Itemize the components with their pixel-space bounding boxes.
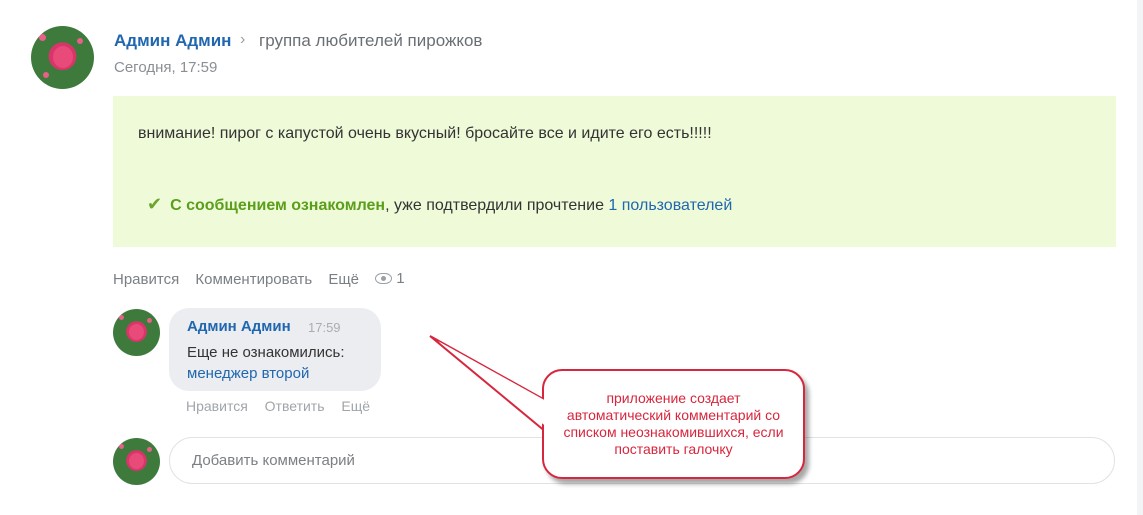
comment-text: Еще не ознакомились: [187, 344, 345, 361]
views-counter[interactable]: 1 [375, 270, 405, 287]
acknowledge-line: ✔ С сообщением ознакомлен, уже подтвердил… [147, 194, 732, 215]
comment-timestamp[interactable]: 17:59 [308, 320, 341, 335]
post-actions-bar: Нравится Комментировать Ещё 1 [113, 270, 417, 288]
views-count: 1 [396, 270, 405, 287]
checkmark-icon: ✔ [147, 194, 163, 214]
acknowledge-button[interactable]: С сообщением ознакомлен [170, 197, 385, 214]
comment-reply-button[interactable]: Ответить [265, 398, 325, 414]
current-user-avatar[interactable] [113, 438, 160, 485]
like-button[interactable]: Нравится [113, 271, 179, 288]
acknowledge-mid-text: , уже подтвердили прочтение [385, 197, 609, 214]
comment-like-button[interactable]: Нравится [186, 398, 248, 414]
comment-actions-bar: Нравится Ответить Ещё [186, 398, 383, 414]
annotation-text: приложение создает автоматический коммен… [563, 390, 784, 457]
acknowledged-users-link[interactable]: 1 пользователей [608, 197, 732, 214]
comment-user-link[interactable]: менеджер второй [187, 365, 309, 382]
comment-author-avatar[interactable] [113, 309, 160, 356]
more-button[interactable]: Ещё [328, 271, 359, 288]
post-author-link[interactable]: Админ Админ [114, 31, 231, 51]
post-group-link[interactable]: группа любителей пирожков [259, 31, 482, 51]
comment-more-button[interactable]: Ещё [341, 398, 370, 414]
author-avatar[interactable] [31, 26, 94, 89]
comment-button[interactable]: Комментировать [195, 271, 312, 288]
comment-author-link[interactable]: Админ Админ [187, 318, 291, 335]
eye-icon [375, 273, 393, 284]
comment-bubble: Админ Админ 17:59 Еще не ознакомились: м… [169, 308, 381, 391]
post-message-box: внимание! пирог с капустой очень вкусный… [113, 96, 1116, 247]
chevron-right-icon: › [240, 31, 246, 48]
annotation-callout: приложение создает автоматический коммен… [542, 369, 805, 479]
post-timestamp[interactable]: Сегодня, 17:59 [114, 59, 217, 76]
post-message-text: внимание! пирог с капустой очень вкусный… [138, 125, 712, 142]
